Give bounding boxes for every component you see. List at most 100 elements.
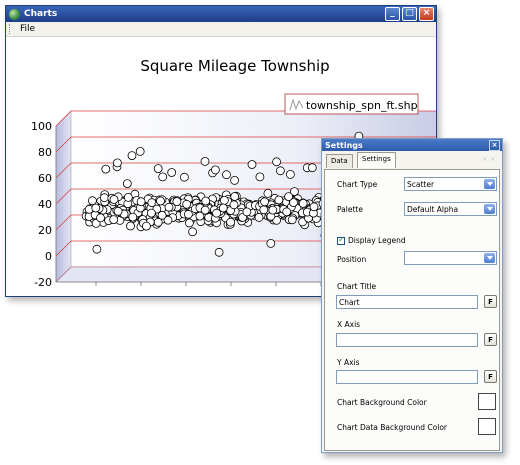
data-point bbox=[126, 221, 135, 231]
data-point bbox=[91, 203, 101, 213]
y-tick-label: 0 bbox=[45, 250, 52, 263]
settings-tabs: Data Settings × × bbox=[322, 152, 502, 168]
data-point bbox=[88, 196, 97, 206]
chart-legend: township_spn_ft.shp bbox=[284, 93, 419, 115]
data-point bbox=[200, 205, 210, 215]
data-point bbox=[109, 215, 119, 225]
display-legend-checkbox[interactable] bbox=[337, 235, 345, 245]
settings-panel: Settings × Data Settings × × Chart Type … bbox=[321, 138, 503, 453]
y-axis-font-button[interactable]: F bbox=[484, 370, 497, 383]
data-point bbox=[183, 209, 193, 219]
data-point bbox=[219, 195, 229, 205]
data-point bbox=[157, 210, 167, 220]
x-axis-input[interactable] bbox=[336, 333, 478, 347]
data-point-outlier bbox=[92, 244, 102, 254]
data-point-outlier bbox=[179, 172, 189, 182]
settings-title-bar[interactable]: Settings × bbox=[322, 139, 502, 151]
data-point-outlier bbox=[158, 172, 168, 182]
data-point-outlier bbox=[210, 165, 220, 175]
data-point-outlier bbox=[222, 170, 231, 180]
data-point-outlier bbox=[135, 147, 145, 156]
data-point bbox=[298, 198, 308, 208]
data-point-outlier bbox=[255, 172, 265, 182]
chart-data-bg-color-swatch[interactable] bbox=[478, 418, 496, 435]
data-point bbox=[113, 206, 123, 216]
data-point bbox=[274, 195, 284, 205]
x-axis-label: X Axis bbox=[337, 320, 361, 329]
chevron-down-icon[interactable] bbox=[484, 253, 495, 263]
data-point-outlier bbox=[230, 175, 240, 185]
globe-icon bbox=[9, 8, 20, 20]
settings-close-button[interactable]: × bbox=[489, 139, 500, 151]
chevron-down-icon[interactable] bbox=[484, 204, 495, 214]
menu-grip-icon bbox=[9, 24, 12, 34]
data-point-outlier bbox=[167, 168, 177, 177]
palette-select[interactable]: Default Alpha bbox=[404, 202, 497, 216]
data-point bbox=[156, 196, 165, 206]
data-point bbox=[218, 203, 228, 213]
data-point bbox=[309, 202, 319, 212]
menu-bar: File bbox=[6, 22, 436, 37]
data-point bbox=[260, 197, 270, 207]
x-axis-font-button[interactable]: F bbox=[484, 333, 497, 346]
tab-data[interactable]: Data bbox=[326, 154, 353, 168]
maximize-button[interactable]: □ bbox=[402, 7, 417, 21]
data-point bbox=[182, 199, 192, 209]
y-tick-label: 40 bbox=[38, 198, 52, 211]
data-point-outlier bbox=[214, 247, 224, 257]
chart-title-label: Chart Title bbox=[337, 282, 377, 291]
data-point bbox=[263, 188, 273, 198]
data-point bbox=[123, 192, 133, 202]
chart-type-select[interactable]: Scatter bbox=[404, 177, 497, 191]
position-select[interactable] bbox=[404, 251, 497, 265]
data-point bbox=[136, 197, 146, 207]
data-point bbox=[212, 208, 222, 218]
y-axis-input[interactable] bbox=[336, 370, 478, 384]
menu-file[interactable]: File bbox=[16, 24, 39, 34]
data-point-outlier bbox=[127, 151, 137, 160]
palette-label: Palette bbox=[337, 205, 363, 214]
chart-title: Square Mileage Township bbox=[140, 57, 329, 75]
data-point bbox=[128, 212, 138, 222]
data-point bbox=[229, 200, 239, 210]
data-point bbox=[230, 192, 240, 201]
y-axis-label: Y Axis bbox=[337, 358, 360, 367]
close-button[interactable]: × bbox=[419, 7, 434, 21]
data-point-outlier bbox=[113, 158, 122, 168]
data-point-outlier bbox=[247, 160, 257, 169]
data-point bbox=[164, 202, 174, 212]
data-point-outlier bbox=[266, 238, 276, 248]
tab-settings[interactable]: Settings bbox=[357, 152, 396, 168]
data-point bbox=[268, 205, 278, 215]
display-legend-label: Display Legend bbox=[348, 236, 406, 245]
settings-tab-body: Chart Type Scatter Palette Default Alpha… bbox=[324, 169, 500, 451]
palette-value: Default Alpha bbox=[407, 205, 459, 214]
chart-type-label: Chart Type bbox=[337, 180, 378, 189]
chart-bg-color-swatch[interactable] bbox=[478, 393, 496, 410]
data-point-outlier bbox=[153, 164, 163, 174]
position-label: Position bbox=[337, 255, 367, 264]
window-title: Charts bbox=[24, 9, 58, 19]
settings-title: Settings bbox=[325, 140, 363, 150]
legend-label: township_spn_ft.shp bbox=[306, 99, 418, 112]
data-point bbox=[172, 197, 182, 207]
chevron-down-icon[interactable] bbox=[484, 179, 495, 189]
chart-title-input[interactable]: Chart bbox=[336, 295, 478, 309]
y-tick-label: 100 bbox=[31, 120, 52, 133]
data-point-outlier bbox=[272, 157, 282, 167]
y-tick-label: -20 bbox=[34, 276, 52, 289]
y-tick-label: 60 bbox=[38, 172, 52, 185]
data-point bbox=[226, 217, 236, 227]
data-point bbox=[96, 213, 105, 223]
data-point-outlier bbox=[101, 164, 111, 174]
minimize-button[interactable]: _ bbox=[385, 7, 400, 21]
data-point-outlier bbox=[200, 157, 210, 166]
data-point bbox=[184, 218, 194, 228]
data-point-outlier bbox=[307, 163, 317, 173]
data-point-outlier bbox=[141, 221, 151, 231]
title-bar[interactable]: Charts _ □ × bbox=[6, 6, 436, 22]
data-point-outlier bbox=[275, 166, 285, 176]
chart-title-font-button[interactable]: F bbox=[484, 295, 497, 308]
chart-bg-color-label: Chart Background Color bbox=[337, 398, 427, 407]
y-tick-label: 20 bbox=[38, 224, 52, 237]
